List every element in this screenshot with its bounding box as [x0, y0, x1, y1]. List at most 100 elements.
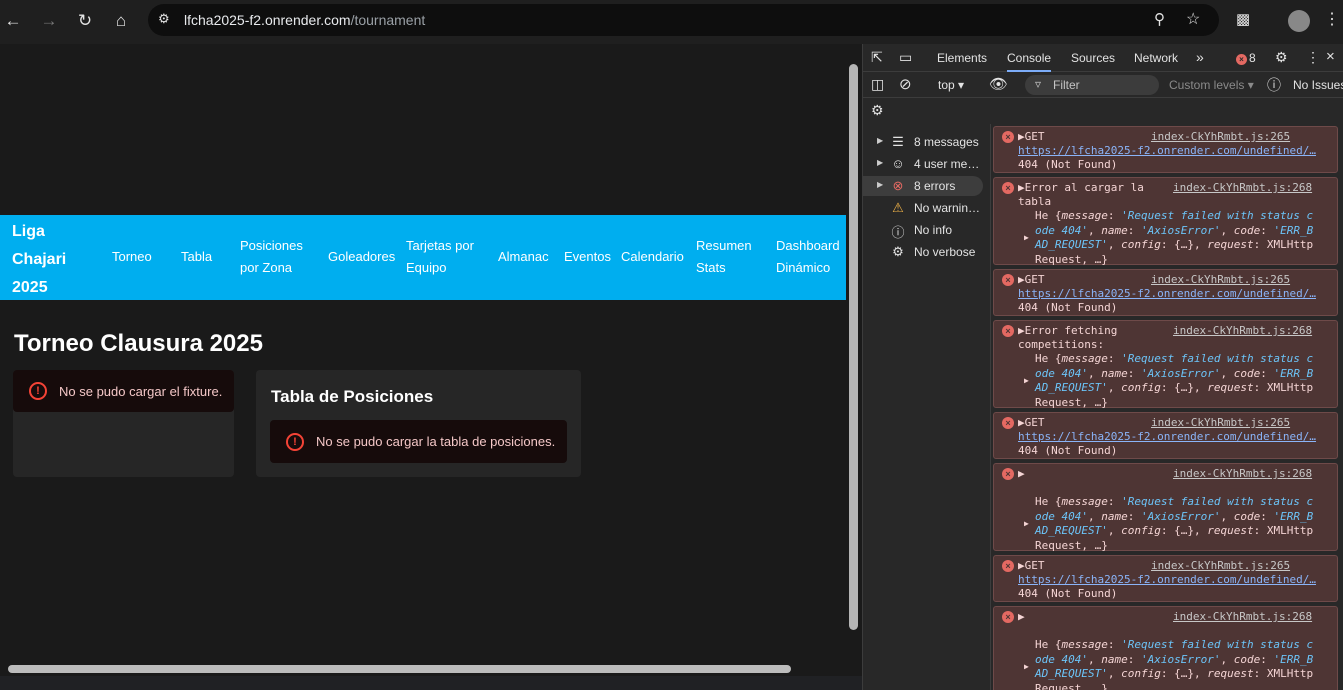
nav-resumen-stats[interactable]: Resumen Stats: [696, 235, 752, 279]
back-button[interactable]: ←: [0, 8, 26, 34]
source-link[interactable]: index-CkYhRmbt.js:268: [1173, 181, 1312, 194]
source-link[interactable]: index-CkYhRmbt.js:265: [1151, 416, 1290, 429]
address-bar[interactable]: ⚙ lfcha2025-f2.onrender.com/tournament ⚲…: [148, 4, 1219, 36]
nav-almanac[interactable]: Almanac: [498, 246, 549, 268]
page-horizontal-scrollbar[interactable]: [0, 660, 862, 676]
axios-error-line: AD_REQUEST', config: {…}, request: XMLHt…: [1035, 524, 1313, 538]
tab-elements[interactable]: Elements: [937, 51, 987, 65]
message-line[interactable]: ▶GET: [1018, 130, 1045, 144]
message-line[interactable]: ▶GET: [1018, 559, 1045, 573]
menu-dots-icon[interactable]: ⋮: [1324, 9, 1340, 29]
settings-gear-icon[interactable]: ⚙: [1275, 49, 1288, 66]
expand-triangle-icon[interactable]: ▶: [877, 136, 883, 145]
issues-count[interactable]: No Issues: [1293, 78, 1343, 92]
sidebar-item-list[interactable]: ▶ ☰ 8 messages: [863, 132, 983, 152]
site-info-icon[interactable]: ⚙: [158, 11, 170, 27]
nav-torneo[interactable]: Torneo: [112, 246, 152, 268]
nav-goleadores[interactable]: Goleadores: [328, 246, 395, 268]
filter-input[interactable]: ▿ Filter: [1025, 75, 1159, 95]
sidebar-item-bug[interactable]: ⚙ No verbose: [863, 242, 983, 262]
axios-token: ,: [1220, 652, 1234, 666]
axios-token: ,: [1220, 223, 1234, 237]
request-url-link[interactable]: https://lfcha2025-f2.onrender.com/undefi…: [1018, 287, 1316, 301]
bookmark-star-icon[interactable]: ☆: [1186, 9, 1200, 29]
axios-error-line: ode 404', name: 'AxiosError', code: 'ERR…: [1035, 367, 1313, 381]
expand-triangle-icon[interactable]: ▶: [1024, 517, 1029, 531]
message-line[interactable]: ▶Error fetching: [1018, 324, 1117, 338]
sidebar-toggle-icon[interactable]: ◫: [871, 76, 884, 93]
scroll-thumb[interactable]: [849, 64, 858, 630]
expand-triangle-icon[interactable]: ▶: [1024, 231, 1029, 245]
request-url-link[interactable]: https://lfcha2025-f2.onrender.com/undefi…: [1018, 573, 1316, 587]
avatar[interactable]: [1288, 10, 1310, 32]
nav-tarjetas[interactable]: Tarjetas por Equipo: [406, 235, 474, 279]
source-link[interactable]: index-CkYhRmbt.js:265: [1151, 559, 1290, 572]
nav-calendario[interactable]: Calendario: [621, 246, 684, 268]
zoom-icon[interactable]: ⚲: [1154, 10, 1165, 28]
source-link[interactable]: index-CkYhRmbt.js:268: [1173, 467, 1312, 480]
inspect-icon[interactable]: ⇱: [871, 49, 883, 66]
request-url-link[interactable]: https://lfcha2025-f2.onrender.com/undefi…: [1018, 144, 1316, 158]
source-link[interactable]: index-CkYhRmbt.js:265: [1151, 273, 1290, 286]
forward-button[interactable]: →: [36, 8, 62, 34]
message-line[interactable]: ▶: [1018, 467, 1025, 481]
fixture-card: ! No se pudo cargar el fixture.: [13, 370, 234, 477]
page-vertical-scrollbar[interactable]: [846, 44, 862, 660]
nav-posiciones-zona[interactable]: Posiciones por Zona: [240, 235, 303, 279]
expand-triangle-icon[interactable]: ▶: [1024, 374, 1029, 388]
home-button[interactable]: ⌂: [108, 8, 134, 34]
nav-eventos[interactable]: Eventos: [564, 246, 611, 268]
expand-triangle-icon[interactable]: ▶: [877, 180, 883, 189]
close-icon[interactable]: ×: [1326, 48, 1335, 65]
axios-token: name: [1101, 509, 1128, 523]
reload-button[interactable]: ↻: [72, 8, 98, 34]
source-link[interactable]: index-CkYhRmbt.js:265: [1151, 130, 1290, 143]
axios-token: : XMLHttp: [1253, 238, 1314, 251]
clear-console-icon[interactable]: ⊘: [899, 75, 912, 93]
axios-token: 'ERR_B: [1273, 223, 1314, 237]
console-settings-gear-icon[interactable]: ⚙: [871, 102, 884, 119]
message-line[interactable]: ▶: [1018, 610, 1025, 624]
sidebar-item-error[interactable]: ▶ ⊗ 8 errors: [863, 176, 983, 196]
message-line: tabla: [1018, 195, 1052, 208]
sidebar-item-warning[interactable]: ⚠ No warnin…: [863, 198, 983, 218]
tab-sources[interactable]: Sources: [1071, 51, 1115, 65]
error-icon: ×: [1002, 560, 1014, 572]
sidebar-item-user[interactable]: ▶ ☺ 4 user me…: [863, 154, 983, 174]
axios-token: AD_REQUEST': [1035, 238, 1108, 251]
message-line[interactable]: ▶GET: [1018, 416, 1045, 430]
tab-network[interactable]: Network: [1134, 51, 1178, 65]
levels-dropdown[interactable]: Custom levels ▾: [1169, 78, 1254, 92]
error-count-badge[interactable]: × 8: [1236, 51, 1256, 65]
site-brand[interactable]: Liga Chajari 2025: [12, 218, 66, 302]
error-icon: ×: [1002, 182, 1014, 194]
expand-triangle-icon[interactable]: ▶: [877, 158, 883, 167]
axios-token: :: [1260, 652, 1274, 666]
request-url-link[interactable]: https://lfcha2025-f2.onrender.com/undefi…: [1018, 430, 1316, 444]
console-error-entry: × ▶ index-CkYhRmbt.js:268 ▶ He {message: 'Re…: [993, 463, 1338, 552]
nav-dashboard[interactable]: Dashboard Dinámico: [776, 235, 840, 279]
axios-error-line: Request, …}: [1035, 682, 1108, 690]
source-link[interactable]: index-CkYhRmbt.js:268: [1173, 324, 1312, 337]
expand-triangle-icon[interactable]: ▶: [1024, 660, 1029, 674]
menu-dots-icon[interactable]: ⋮: [1306, 49, 1320, 66]
axios-token: ,: [1087, 652, 1102, 666]
device-toggle-icon[interactable]: ▭: [899, 49, 912, 66]
message-line[interactable]: ▶Error al cargar la: [1018, 181, 1144, 195]
tab-console[interactable]: Console: [1007, 51, 1052, 72]
eye-icon[interactable]: 👁: [989, 75, 1008, 93]
extensions-icon[interactable]: ▩: [1236, 10, 1250, 28]
console-error-entry: × ▶GET index-CkYhRmbt.js:265 https://lfcha2…: [993, 126, 1338, 173]
axios-token: message: [1061, 638, 1108, 651]
context-selector[interactable]: top ▾: [938, 78, 964, 92]
axios-token: 'Request failed with status c: [1121, 638, 1314, 651]
more-tabs-icon[interactable]: »: [1196, 49, 1204, 65]
sidebar-item-info[interactable]: ⓘ No info: [863, 220, 983, 240]
source-link[interactable]: index-CkYhRmbt.js:268: [1173, 610, 1312, 623]
scroll-thumb[interactable]: [8, 665, 791, 673]
bug-icon: ⚙: [892, 244, 904, 259]
message-line[interactable]: ▶GET: [1018, 273, 1045, 287]
nav-tabla[interactable]: Tabla: [181, 246, 212, 268]
url-text[interactable]: lfcha2025-f2.onrender.com/tournament: [184, 12, 425, 28]
console-sidebar: ▶ ☰ 8 messages ▶ ☺ 4 user me… ▶ ⊗ 8 errors ⚠ No wa…: [863, 124, 991, 690]
